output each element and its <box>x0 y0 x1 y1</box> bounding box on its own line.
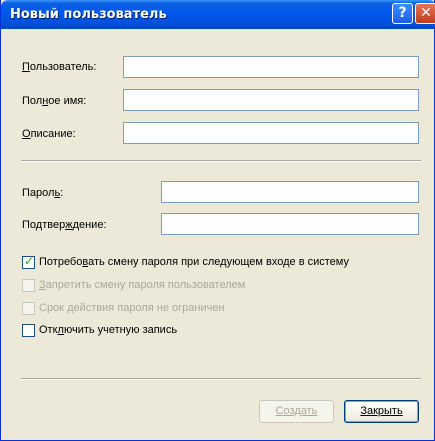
new-user-dialog: Новый пользователь ? ✕ Пользователь: Пол… <box>0 0 435 441</box>
help-icon: ? <box>398 5 407 21</box>
checkbox-box[interactable] <box>22 323 35 337</box>
checkbox-label: Потребовать смену пароля при следующем в… <box>39 256 349 268</box>
checkbox-box[interactable]: ✓ <box>22 253 35 269</box>
dialog-title: Новый пользователь <box>10 7 167 22</box>
must-change-password-checkbox[interactable]: ✓ Потребовать смену пароля при следующем… <box>22 253 349 269</box>
checkbox-label: Срок действия пароля не ограничен <box>39 302 225 314</box>
fullname-label: Полное имя: <box>22 95 87 107</box>
checkbox-label: Отключить учетную запись <box>39 324 178 336</box>
description-input[interactable] <box>123 122 419 144</box>
checkmark-icon: ✓ <box>24 253 35 268</box>
close-window-button[interactable]: ✕ <box>415 3 435 24</box>
create-button[interactable]: Создать <box>259 400 334 423</box>
title-bar[interactable]: Новый пользователь ? ✕ <box>1 0 435 29</box>
password-label: Пароль: <box>22 187 64 199</box>
checkbox-label: Запретить смену пароля пользователем <box>39 279 246 291</box>
username-label: Пользователь: <box>22 61 97 73</box>
username-input[interactable] <box>123 56 419 78</box>
confirm-password-label: Подтверждение: <box>22 219 107 231</box>
close-button[interactable]: Закрыть <box>344 400 419 423</box>
confirm-password-input[interactable] <box>161 213 419 235</box>
password-never-expires-checkbox[interactable]: Срок действия пароля не ограничен <box>22 301 225 315</box>
cannot-change-password-checkbox[interactable]: Запретить смену пароля пользователем <box>22 278 245 292</box>
separator-bottom <box>21 378 421 380</box>
checkbox-box[interactable] <box>22 301 35 315</box>
account-disabled-checkbox[interactable]: Отключить учетную запись <box>22 323 177 337</box>
password-input[interactable] <box>161 181 419 203</box>
description-label: Описание: <box>22 128 76 140</box>
help-button[interactable]: ? <box>392 3 413 24</box>
close-icon: ✕ <box>420 5 432 21</box>
separator-top <box>21 160 421 162</box>
fullname-input[interactable] <box>123 89 419 111</box>
checkbox-box[interactable] <box>22 278 35 292</box>
